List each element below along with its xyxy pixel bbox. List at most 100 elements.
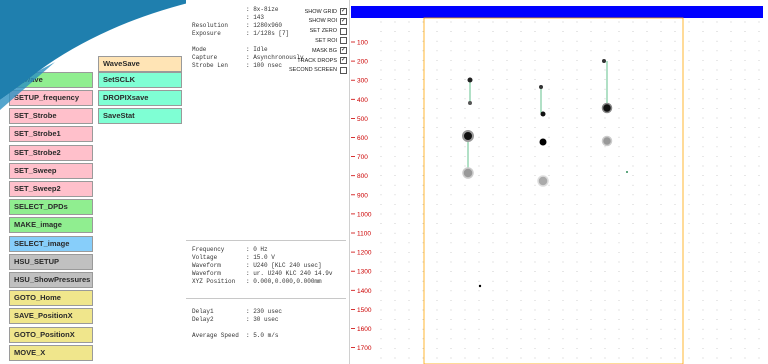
- grid-dot: [534, 59, 536, 61]
- grid-dot: [478, 21, 480, 23]
- grid-dot: [464, 146, 466, 148]
- roi-rectangle[interactable]: [423, 17, 684, 364]
- grid-dot: [436, 21, 438, 23]
- grid-dot: [576, 299, 578, 301]
- grid-dot: [730, 232, 732, 234]
- grid-dot: [716, 69, 718, 71]
- grid-dot: [394, 203, 396, 205]
- grid-dot: [520, 223, 522, 225]
- checkbox[interactable]: ✓: [340, 57, 347, 64]
- grid-dot: [506, 290, 508, 292]
- grid-dot: [688, 261, 690, 263]
- grid-dot: [422, 146, 424, 148]
- drop: [539, 85, 543, 89]
- action-button-savestat[interactable]: SaveStat: [98, 108, 182, 124]
- grid-dot: [716, 328, 718, 330]
- checkbox-row-track-drops[interactable]: TRACK DROPS ✓: [297, 57, 347, 64]
- checkbox[interactable]: ✓: [340, 47, 347, 55]
- checkbox[interactable]: [340, 27, 347, 35]
- grid-dot: [604, 194, 606, 196]
- checkbox-row-set-zero[interactable]: SET ZERO: [310, 27, 347, 35]
- grid-dot: [674, 59, 676, 61]
- grid-dot: [660, 165, 662, 167]
- grid-dot: [674, 280, 676, 282]
- camera-image[interactable]: 100 200 300 400 500 600 700 800 900 1000 1100 1200 1…: [351, 0, 768, 364]
- action-button-goto-positionx[interactable]: GOTO_PositionX: [9, 326, 93, 343]
- grid-dot: [520, 242, 522, 244]
- grid-dot: [562, 299, 564, 301]
- grid-dot: [660, 59, 662, 61]
- grid-dot: [562, 290, 564, 292]
- checkbox[interactable]: ✓: [340, 8, 347, 15]
- checkbox-row-second-screen[interactable]: SECOND SCREEN: [289, 66, 347, 74]
- grid-dot: [422, 328, 424, 330]
- action-button-set-strobe2[interactable]: SET_Strobe2: [9, 144, 93, 161]
- action-button-hsu-setup[interactable]: HSU_SETUP: [9, 253, 93, 270]
- grid-dot: [604, 232, 606, 234]
- grid-dot: [618, 328, 620, 330]
- checkbox[interactable]: [340, 66, 347, 74]
- action-button-select-image[interactable]: SELECT_image: [9, 235, 93, 252]
- grid-dot: [590, 319, 592, 321]
- grid-dot: [744, 280, 746, 282]
- action-button-set-strobe[interactable]: SET_Strobe: [9, 108, 93, 125]
- grid-dot: [632, 328, 634, 330]
- grid-dot: [492, 299, 494, 301]
- checkbox[interactable]: ✓: [340, 17, 347, 25]
- grid-dot: [646, 155, 648, 157]
- grid-dot: [702, 165, 704, 167]
- image-viewer[interactable]: 100 200 300 400 500 600 700 800 900 1000 1100 1200 1…: [351, 0, 768, 364]
- grid-dot: [646, 165, 648, 167]
- grid-dot: [744, 146, 746, 148]
- checkbox-row-mask-bg[interactable]: MASK BG ✓: [312, 47, 347, 55]
- grid-dot: [730, 184, 732, 186]
- grid-dot: [702, 299, 704, 301]
- grid-dot: [492, 194, 494, 196]
- info-line: Exposure : 1/128s [7]: [192, 30, 290, 37]
- action-button-set-strobe1[interactable]: SET_Strobe1: [9, 126, 93, 143]
- grid-dot: [394, 184, 396, 186]
- grid-dot: [436, 50, 438, 52]
- checkbox-row-set-roi[interactable]: SET ROI: [315, 37, 347, 45]
- grid-dot: [394, 88, 396, 90]
- grid-dot: [492, 40, 494, 42]
- action-button-set-sweep[interactable]: SET_Sweep: [9, 162, 93, 179]
- grid-dot: [548, 194, 550, 196]
- grid-dot: [702, 127, 704, 129]
- checkbox-row-show-roi[interactable]: SHOW ROI ✓: [309, 17, 347, 25]
- grid-dot: [576, 79, 578, 81]
- grid-dot: [590, 357, 592, 359]
- grid-dot: [506, 194, 508, 196]
- grid-dot: [520, 50, 522, 52]
- checkbox-row-show-grid[interactable]: SHOW GRID ✓: [305, 8, 347, 15]
- grid-dot: [394, 194, 396, 196]
- action-button-goto-home[interactable]: GOTO_Home: [9, 290, 93, 307]
- checkbox[interactable]: [340, 37, 347, 45]
- grid-dot: [478, 203, 480, 205]
- grid-dot: [408, 175, 410, 177]
- action-button-set-sweep2[interactable]: SET_Sweep2: [9, 181, 93, 197]
- grid-dot: [618, 203, 620, 205]
- grid-dot: [492, 242, 494, 244]
- grid-dot: [758, 107, 760, 109]
- drop: [468, 101, 472, 105]
- grid-dot: [450, 79, 452, 81]
- grid-dot: [478, 242, 480, 244]
- grid-dot: [688, 184, 690, 186]
- grid-dot: [548, 261, 550, 263]
- action-button-select-dpds[interactable]: SELECT_DPDs: [9, 199, 93, 216]
- action-button-save-positionx[interactable]: SAVE_PositionX: [9, 308, 93, 325]
- action-button-make-image[interactable]: MAKE_image: [9, 217, 93, 234]
- action-button-hsu-showpressures[interactable]: HSU_ShowPressures: [9, 272, 93, 288]
- grid-dot: [492, 146, 494, 148]
- grid-dot: [660, 338, 662, 340]
- grid-dot: [590, 59, 592, 61]
- grid-dot: [436, 203, 438, 205]
- grid-dot: [436, 40, 438, 42]
- grid-dot: [646, 261, 648, 263]
- action-button-move-x[interactable]: MOVE_X: [9, 344, 93, 361]
- grid-dot: [422, 347, 424, 349]
- grid-dot: [576, 280, 578, 282]
- grid-dot: [758, 88, 760, 90]
- grid-dot: [408, 107, 410, 109]
